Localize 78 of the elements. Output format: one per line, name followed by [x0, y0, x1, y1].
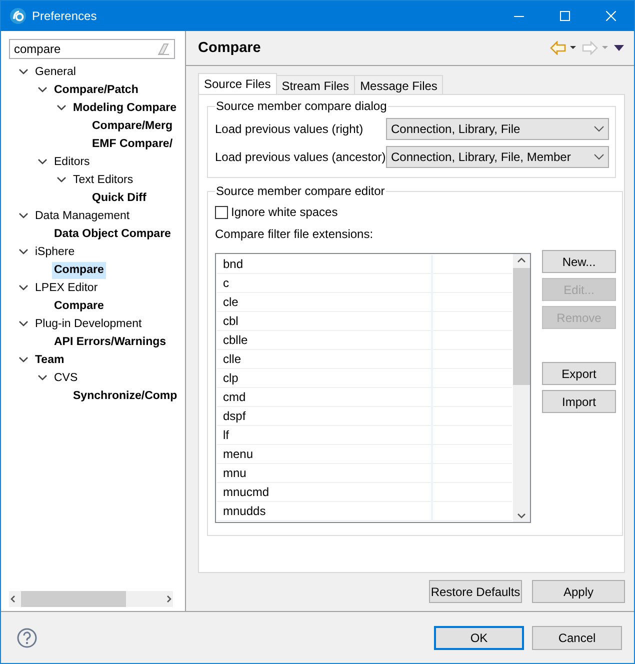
table-cell[interactable]: mnucmd [217, 483, 433, 501]
back-arrow-icon[interactable] [550, 41, 576, 55]
tree-item[interactable]: Synchronize/Comp [71, 388, 180, 404]
button[interactable]: OK [434, 626, 524, 650]
chevron-down-icon [594, 126, 604, 132]
maximize-icon[interactable] [560, 11, 570, 21]
group-title: Source member compare editor [215, 184, 386, 198]
tree-item[interactable]: LPEX Editor [33, 280, 100, 296]
tree-item[interactable]: General [33, 64, 78, 80]
horizontal-scrollbar[interactable] [9, 591, 173, 607]
tree-item[interactable]: CVS [52, 370, 80, 386]
chevron-down-icon [594, 154, 604, 160]
tree-item[interactable]: Text Editors [71, 172, 136, 188]
scroll-left-icon[interactable] [9, 595, 17, 603]
button[interactable]: Cancel [532, 626, 622, 650]
app-icon [10, 8, 26, 24]
table-cell[interactable]: c [217, 274, 433, 292]
tree-item[interactable]: Compare [52, 262, 106, 278]
chevron-down-icon[interactable] [18, 249, 28, 255]
page-title: Compare [198, 40, 262, 56]
button[interactable]: Apply [532, 580, 625, 603]
chevron-down-icon[interactable] [18, 321, 28, 327]
tree-item[interactable]: Quick Diff [90, 190, 148, 206]
group-title: Source member compare dialog [215, 99, 388, 113]
tree-item[interactable]: API Errors/Warnings [52, 334, 168, 350]
filter-field[interactable]: compare [9, 39, 175, 59]
table-cell[interactable]: cmd [217, 388, 433, 406]
tree-item[interactable]: iSphere [33, 244, 77, 260]
table-cell[interactable]: cle [217, 293, 433, 311]
tree-item[interactable]: EMF Compare/ [90, 136, 175, 152]
dropdown[interactable]: Connection, Library, File [386, 118, 609, 140]
field-label: Load previous values (ancestor) [215, 150, 386, 164]
tree-item[interactable]: Compare/Patch [52, 82, 140, 98]
button[interactable]: Import [542, 390, 616, 413]
chevron-down-icon[interactable] [18, 357, 28, 363]
help-icon[interactable] [17, 628, 37, 648]
table-cell[interactable]: dspf [217, 407, 433, 425]
table-cell[interactable]: mnudds [217, 502, 433, 520]
chevron-down-icon[interactable] [56, 105, 66, 111]
window-title: Preferences [32, 9, 98, 23]
checkbox-label[interactable]: Ignore white spaces [231, 205, 338, 219]
tree-item[interactable]: Team [33, 352, 66, 368]
field-label: Load previous values (right) [215, 122, 364, 136]
tab[interactable]: Message Files [354, 75, 444, 94]
table-cell[interactable]: bnd [217, 255, 433, 273]
tree-item[interactable]: Compare [52, 298, 106, 314]
chevron-down-icon[interactable] [18, 285, 28, 291]
tree-item[interactable]: Editors [52, 154, 92, 170]
tree-item[interactable]: Modeling Compare [71, 100, 179, 116]
extensions-table[interactable]: bnd c cle cbl cblle clle clp cmd dspf lf menu mnu mnucmd mnudds [215, 253, 531, 523]
button[interactable]: Export [542, 362, 616, 385]
tree-item[interactable]: Data Management [33, 208, 132, 224]
chevron-down-icon[interactable] [18, 69, 28, 75]
table-cell[interactable]: menu [217, 445, 433, 463]
chevron-down-icon[interactable] [56, 177, 66, 183]
list-label: Compare filter file extensions: [215, 227, 374, 241]
checkbox[interactable] [215, 206, 228, 218]
close-icon[interactable] [606, 11, 616, 21]
table-cell[interactable]: clp [217, 369, 433, 387]
button[interactable]: New... [542, 250, 616, 273]
table-cell[interactable]: cblle [217, 331, 433, 349]
tab[interactable]: Source Files [198, 73, 277, 94]
chevron-down-icon[interactable] [38, 87, 46, 93]
table-cell[interactable]: mnu [217, 464, 433, 482]
tree-item[interactable]: Plug-in Development [33, 316, 144, 332]
tree-item[interactable]: Compare/Merg [90, 118, 175, 134]
table-cell[interactable]: cbl [217, 312, 433, 330]
button[interactable]: Restore Defaults [429, 580, 522, 603]
table-cell[interactable]: clle [217, 350, 433, 368]
chevron-down-icon[interactable] [38, 159, 46, 165]
chevron-down-icon[interactable] [18, 213, 28, 219]
tree-item[interactable]: Data Object Compare [52, 226, 173, 242]
view-menu-icon[interactable] [614, 45, 624, 51]
vertical-scrollbar[interactable] [513, 254, 530, 522]
table-cell[interactable]: lf [217, 426, 433, 444]
chevron-down-icon[interactable] [38, 375, 46, 381]
scroll-right-icon[interactable] [165, 595, 173, 603]
dropdown[interactable]: Connection, Library, File, Member [386, 146, 609, 168]
